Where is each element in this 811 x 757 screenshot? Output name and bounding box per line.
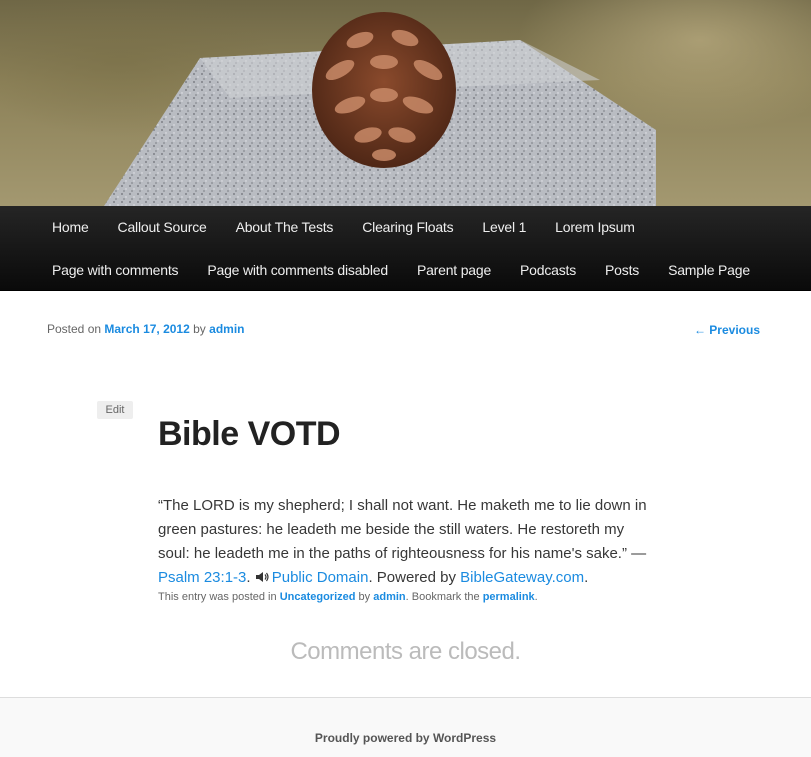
permalink-link[interactable]: permalink <box>483 591 535 603</box>
content-end-period: . <box>584 569 589 586</box>
nav-item-page-with-comments[interactable]: Page with comments <box>37 249 192 291</box>
header-image[interactable] <box>0 0 811 206</box>
public-domain-link[interactable]: Public Domain <box>272 569 369 586</box>
after-reference-text: . <box>246 569 255 586</box>
nav-item-about-the-tests[interactable]: About The Tests <box>221 206 348 248</box>
posted-on-label: Posted on <box>47 322 102 336</box>
powered-by-wordpress-link[interactable]: Proudly powered by WordPress <box>0 731 811 745</box>
powered-by-text: . Powered by <box>368 569 461 586</box>
header-photo-pinecone <box>104 12 656 206</box>
nav-item-home[interactable]: Home <box>37 206 103 248</box>
nav-item-lorem-ipsum[interactable]: Lorem Ipsum <box>540 206 649 248</box>
edit-button[interactable]: Edit <box>97 401 133 419</box>
main-navigation: Home Callout Source About The Tests Clea… <box>0 206 811 291</box>
verse-text: “The LORD is my shepherd; I shall not wa… <box>158 497 647 562</box>
verse-reference-link[interactable]: Psalm 23:1-3 <box>158 569 246 586</box>
biblegateway-link[interactable]: BibleGateway.com <box>460 569 584 586</box>
meta-bookmark-label: . Bookmark the <box>405 591 480 603</box>
nav-item-level-1[interactable]: Level 1 <box>467 206 540 248</box>
nav-item-clearing-floats[interactable]: Clearing Floats <box>347 206 467 248</box>
post-author-link[interactable]: admin <box>209 322 244 336</box>
nav-item-callout-source[interactable]: Callout Source <box>103 206 221 248</box>
speaker-icon[interactable] <box>255 571 269 583</box>
nav-item-parent-page[interactable]: Parent page <box>402 249 505 291</box>
previous-post-link[interactable]: ← Previous <box>694 323 760 337</box>
posted-on-meta: Posted on March 17, 2012 by admin <box>47 322 245 336</box>
meta-by-label: by <box>358 591 371 603</box>
nav-item-podcasts[interactable]: Podcasts <box>505 249 590 291</box>
category-link[interactable]: Uncategorized <box>280 591 356 603</box>
nav-item-sample-page[interactable]: Sample Page <box>653 249 764 291</box>
nav-row-secondary: Page with comments Page with comments di… <box>37 249 764 291</box>
post-title: Bible VOTD <box>158 415 341 453</box>
posted-by-label: by <box>193 322 206 336</box>
nav-item-posts[interactable]: Posts <box>590 249 653 291</box>
post-date-link[interactable]: March 17, 2012 <box>104 322 189 336</box>
comments-closed-notice: Comments are closed. <box>290 638 521 665</box>
meta-end-period: . <box>534 591 538 603</box>
meta-posted-in-label: This entry was posted in <box>158 591 277 603</box>
nav-row-primary: Home Callout Source About The Tests Clea… <box>37 206 649 248</box>
meta-author-link[interactable]: admin <box>373 591 405 603</box>
site-footer: Proudly powered by WordPress <box>0 697 811 757</box>
post-content: “The LORD is my shepherd; I shall not wa… <box>158 494 658 590</box>
entry-footer-meta: This entry was posted in Uncategorized b… <box>158 591 538 603</box>
nav-item-page-with-comments-disabled[interactable]: Page with comments disabled <box>192 249 402 291</box>
